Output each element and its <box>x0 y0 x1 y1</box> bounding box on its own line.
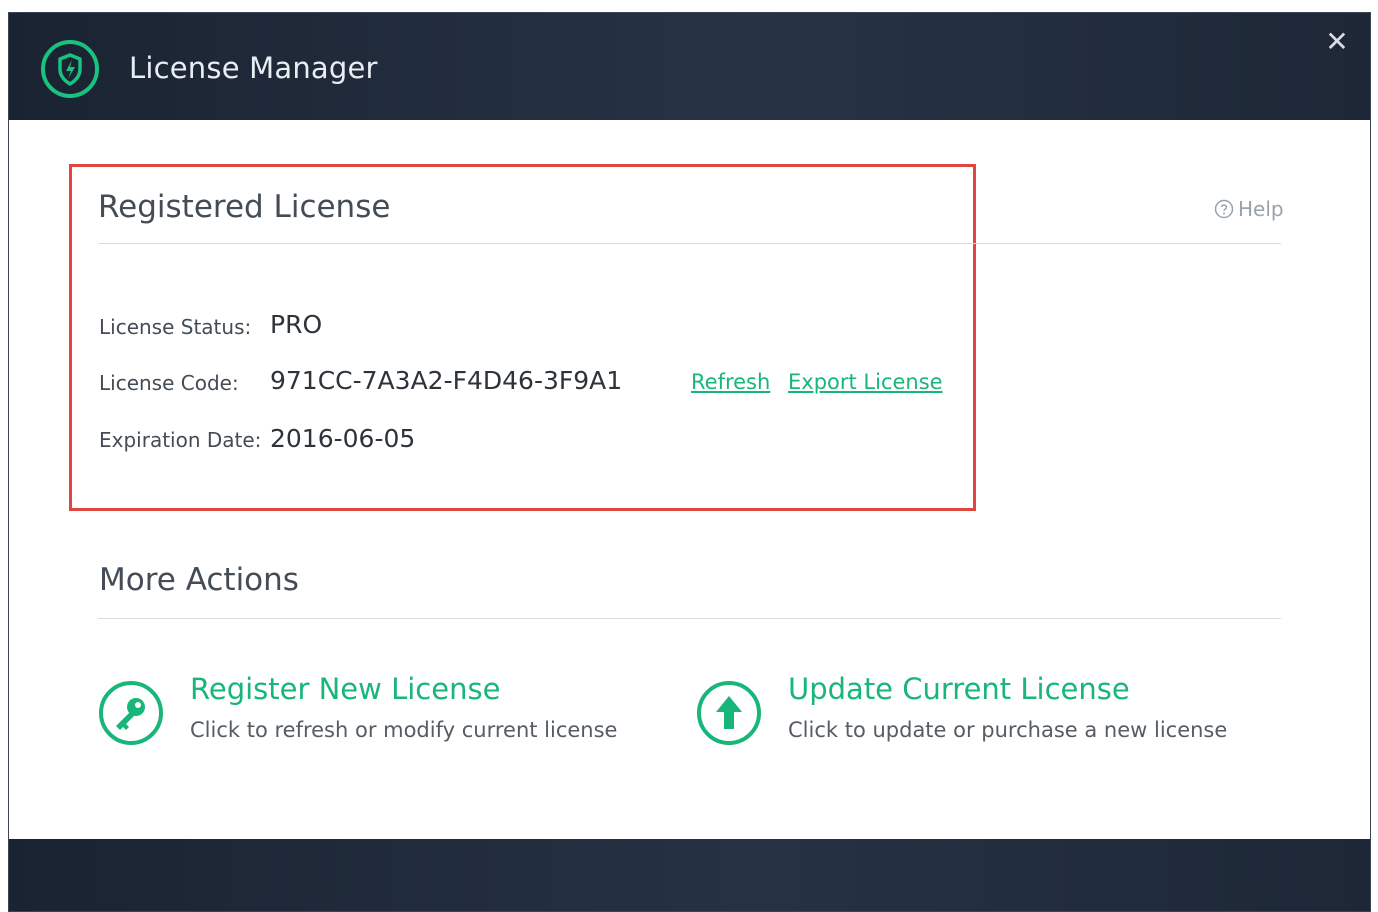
license-code-label: License Code: <box>99 371 239 395</box>
key-icon <box>99 681 163 745</box>
update-current-license-title: Update Current License <box>788 672 1130 706</box>
license-status-label: License Status: <box>99 315 252 339</box>
register-new-license-action[interactable]: Register New License Click to refresh or… <box>98 672 617 750</box>
license-code-value: 971CC-7A3A2-F4D46-3F9A1 <box>270 366 623 395</box>
update-current-license-description: Click to update or purchase a new licens… <box>788 718 1228 742</box>
expiration-date-label: Expiration Date: <box>99 428 262 452</box>
arrow-up-icon <box>697 681 761 745</box>
window-title: License Manager <box>129 51 378 85</box>
app-shield-logo-icon <box>41 40 99 98</box>
help-link[interactable]: Help <box>1214 197 1284 221</box>
license-manager-window: License Manager ✕ Registered License Hel… <box>8 12 1371 912</box>
help-label: Help <box>1238 197 1284 221</box>
footer-bar <box>9 839 1370 911</box>
register-new-license-description: Click to refresh or modify current licen… <box>190 718 618 742</box>
refresh-link[interactable]: Refresh <box>691 370 770 394</box>
more-actions-divider <box>98 618 1281 619</box>
register-new-license-title: Register New License <box>190 672 501 706</box>
update-current-license-action[interactable]: Update Current License Click to update o… <box>696 672 1227 750</box>
expiration-date-value: 2016-06-05 <box>270 424 416 453</box>
close-button[interactable]: ✕ <box>1322 27 1352 57</box>
license-status-value: PRO <box>270 310 323 339</box>
registered-license-title: Registered License <box>98 189 391 225</box>
more-actions-title: More Actions <box>99 562 299 598</box>
help-circle-icon <box>1214 199 1234 219</box>
title-bar: License Manager ✕ <box>9 13 1370 120</box>
registered-divider <box>98 243 1281 244</box>
export-license-link[interactable]: Export License <box>788 370 943 394</box>
